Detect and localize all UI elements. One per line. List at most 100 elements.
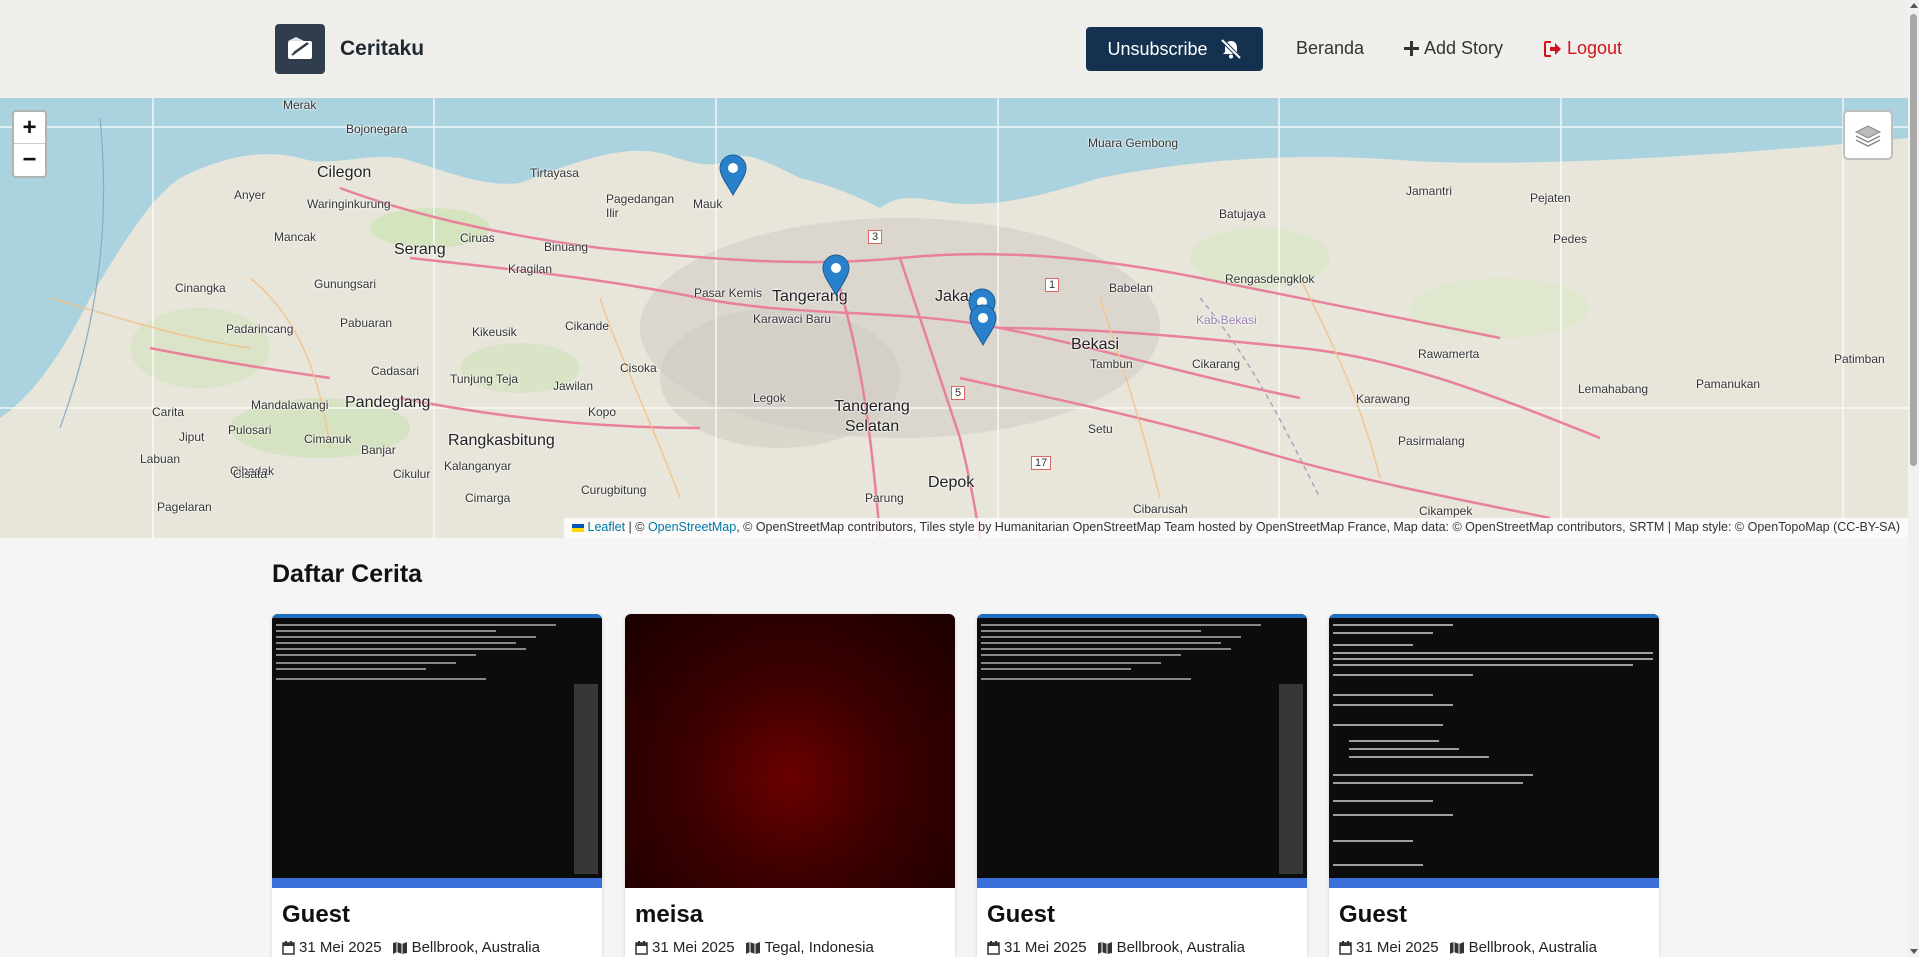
story-author: Guest xyxy=(987,901,1056,928)
map-place-label: Mancak xyxy=(274,230,317,244)
scroll-thumb[interactable] xyxy=(1910,14,1917,466)
calendar-icon xyxy=(987,940,1000,955)
map-place-label: Legok xyxy=(753,391,786,405)
map-place-label: Kikeusik xyxy=(472,325,517,339)
nav-home-label: Beranda xyxy=(1296,38,1365,58)
map-place-label: Jawilan xyxy=(553,379,594,393)
map-place-label: Depok xyxy=(928,474,975,491)
map-place-label: Pejaten xyxy=(1530,191,1571,205)
map-place-label: Rengasdengklok xyxy=(1225,272,1315,286)
story-author: meisa xyxy=(635,901,704,928)
layers-control[interactable] xyxy=(1843,110,1893,160)
calendar-icon xyxy=(635,940,648,955)
story-map[interactable]: Merak Bojonegara Cilegon Anyer Waringink… xyxy=(0,98,1908,538)
map-place-label: Carita xyxy=(152,405,185,419)
story-card[interactable]: Guest 31 Mei 2025 Bellbrook, Australia xyxy=(1329,614,1659,957)
story-date: 31 Mei 2025 xyxy=(299,939,382,956)
story-image xyxy=(272,614,602,888)
story-marker[interactable] xyxy=(969,304,997,346)
story-location: Bellbrook, Australia xyxy=(1468,939,1597,956)
map-place-label: Cikampek xyxy=(1419,504,1473,518)
map-place-label: Kab Bekasi xyxy=(1196,313,1257,327)
page-scrollbar[interactable] xyxy=(1908,0,1919,957)
map-place-label: Mandalawangi xyxy=(251,398,329,412)
map-place-label: Bekasi xyxy=(1071,336,1120,353)
map-place-label: Pasar Kemis xyxy=(694,286,763,300)
map-place-label: Cilegon xyxy=(317,164,372,181)
scroll-up-arrow-icon[interactable] xyxy=(1910,3,1918,8)
nav-home-link[interactable]: Beranda xyxy=(1296,38,1364,59)
nav-logout-link[interactable]: Logout xyxy=(1544,38,1622,59)
map-place-label: Pagedangan Ilir xyxy=(606,192,675,220)
map-place-label: Cisoka xyxy=(620,361,657,375)
map-place-label: Pedes xyxy=(1553,232,1588,246)
route-badge: 1 xyxy=(1045,278,1060,292)
terminal-screenshot-image xyxy=(1333,624,1653,866)
map-attribution: Leaflet | © OpenStreetMap, © OpenStreetM… xyxy=(564,518,1908,538)
map-place-label: Pamanukan xyxy=(1696,377,1761,391)
app-logo xyxy=(275,24,325,74)
map-place-label: Cikarang xyxy=(1192,357,1241,371)
map-place-label: Binuang xyxy=(544,240,589,254)
terminal-screenshot-image xyxy=(276,624,598,874)
map-place-label: Banjar xyxy=(361,443,396,457)
map-place-label: Merak xyxy=(283,98,317,112)
map-icon xyxy=(392,941,407,954)
story-meta: 31 Mei 2025 Bellbrook, Australia xyxy=(1339,939,1597,956)
map-place-label: Jamantri xyxy=(1406,184,1453,198)
map-icon xyxy=(1449,941,1464,954)
calendar-icon xyxy=(282,940,295,955)
stories-title: Daftar Cerita xyxy=(272,560,423,588)
unsubscribe-label: Unsubscribe xyxy=(1107,38,1208,59)
map-place-label: Cisata xyxy=(233,467,268,481)
map-place-label: Mauk xyxy=(693,197,723,211)
map-place-label: Tirtayasa xyxy=(530,166,579,180)
unsubscribe-button[interactable]: Unsubscribe xyxy=(1086,27,1263,71)
osm-link[interactable]: OpenStreetMap xyxy=(648,520,736,534)
story-image xyxy=(1329,614,1659,888)
story-marker[interactable] xyxy=(822,254,850,296)
story-date: 31 Mei 2025 xyxy=(652,939,735,956)
map-place-label: Pagelaran xyxy=(157,500,212,514)
map-place-label: Cimarga xyxy=(465,491,511,505)
route-badge: 5 xyxy=(951,386,966,400)
calendar-icon xyxy=(1339,940,1352,955)
layers-icon xyxy=(1854,125,1882,147)
story-meta: 31 Mei 2025 Bellbrook, Australia xyxy=(987,939,1245,956)
story-image xyxy=(977,614,1307,888)
story-card[interactable]: Guest 31 Mei 2025 Bellbrook, Australia xyxy=(272,614,602,957)
map-place-label: Karawang xyxy=(1356,392,1411,406)
zoom-out-button[interactable]: − xyxy=(14,144,45,176)
story-meta: 31 Mei 2025 Tegal, Indonesia xyxy=(635,939,874,956)
story-marker[interactable] xyxy=(719,154,747,196)
map-place-label: Padarincang xyxy=(226,322,294,336)
map-icon xyxy=(745,941,760,954)
map-place-label: Waringinkurung xyxy=(307,197,391,211)
sign-out-icon xyxy=(1544,40,1561,57)
story-location: Bellbrook, Australia xyxy=(411,939,540,956)
zoom-in-button[interactable]: + xyxy=(14,112,45,144)
map-place-label: Anyer xyxy=(234,188,266,202)
story-image xyxy=(625,614,955,888)
brand[interactable]: Ceritaku xyxy=(275,24,424,74)
map-place-label: Ciruas xyxy=(460,231,495,245)
map-place-label: Batujaya xyxy=(1219,207,1266,221)
map-place-label: Gunungsari xyxy=(314,277,377,291)
story-card[interactable]: meisa 31 Mei 2025 Tegal, Indonesia xyxy=(625,614,955,957)
map-place-label: Tangerang Selatan xyxy=(834,398,910,435)
map-place-label: Babelan xyxy=(1109,281,1154,295)
story-card[interactable]: Guest 31 Mei 2025 Bellbrook, Australia xyxy=(977,614,1307,957)
leaflet-link[interactable]: Leaflet xyxy=(588,520,626,534)
map-place-label: Pulosari xyxy=(228,423,272,437)
nav-add-story-label: Add Story xyxy=(1424,38,1504,58)
map-place-label: Cimanuk xyxy=(304,432,352,446)
scroll-down-arrow-icon[interactable] xyxy=(1910,949,1918,954)
map-place-label: Serang xyxy=(394,241,446,258)
zoom-control: + − xyxy=(12,110,47,178)
app-header: Ceritaku Unsubscribe Beranda Add Story L… xyxy=(0,0,1908,98)
map-place-label: Patimban xyxy=(1834,352,1885,366)
nav-add-story-link[interactable]: Add Story xyxy=(1404,38,1503,59)
story-meta: 31 Mei 2025 Bellbrook, Australia xyxy=(282,939,540,956)
map-place-label: Tunjung Teja xyxy=(450,372,519,386)
story-author: Guest xyxy=(1339,901,1408,928)
